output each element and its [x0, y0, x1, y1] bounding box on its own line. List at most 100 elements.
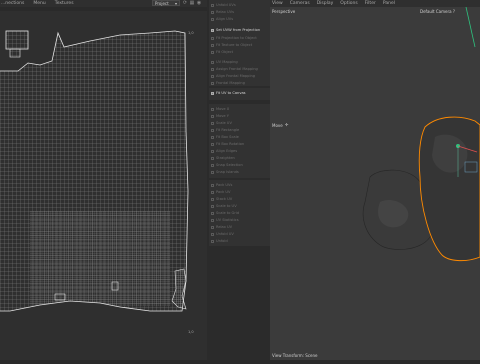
tool-item[interactable]: Move X: [211, 106, 229, 112]
tool-item[interactable]: Align Frontal Mapping: [211, 73, 255, 79]
tool-item[interactable]: Assign Frontal Mapping: [211, 66, 258, 72]
tool-item[interactable]: Unfold UVs: [211, 2, 236, 8]
tool-item[interactable]: UV Mapping: [211, 59, 238, 65]
tool-item[interactable]: Scale UV: [211, 120, 232, 126]
uv-project-dropdown[interactable]: Project ▾: [152, 0, 180, 6]
tool-icon: [211, 225, 214, 229]
tool-icon: [211, 107, 214, 111]
tool-icon: [211, 81, 214, 85]
tool-label: Move Y: [216, 114, 229, 118]
tool-icon: [211, 211, 214, 215]
tool-icon: [211, 74, 214, 78]
viewport-menu-cameras[interactable]: Cameras: [290, 1, 310, 6]
tool-icon: [211, 149, 214, 153]
tool-icon: [211, 60, 214, 64]
tool-icon: [211, 43, 214, 47]
tool-item[interactable]: Snap Selection: [211, 162, 243, 168]
viewport-menu-filter[interactable]: Filter: [365, 1, 376, 6]
tool-label: Align UVs: [216, 17, 234, 21]
uv-island-strip: [9, 48, 21, 58]
dropdown-value: Project: [155, 0, 169, 6]
tool-label: Unfold: [216, 239, 228, 243]
tool-item[interactable]: Stack UV: [211, 196, 232, 202]
tool-item[interactable]: UV Statistics: [211, 217, 239, 223]
tool-item[interactable]: Pack UVs: [211, 182, 232, 188]
uv-menu-connections[interactable]: ...nections: [1, 1, 24, 6]
tool-item[interactable]: Relax UVs: [211, 9, 234, 15]
tool-item[interactable]: Move Y: [211, 113, 229, 119]
tool-label: Frontal Mapping: [216, 81, 245, 85]
tool-item[interactable]: Pack UV: [211, 189, 231, 195]
tool-item[interactable]: Scale to UV: [211, 203, 237, 209]
tool-item[interactable]: Unfold: [211, 238, 228, 244]
tool-label: Fit Rectangle: [216, 128, 240, 132]
tool-label: Align Frontal Mapping: [216, 74, 256, 78]
tool-icon: [211, 128, 214, 132]
axis-line-green: [465, 7, 476, 48]
sync-icon[interactable]: ⟳: [182, 0, 188, 6]
tool-label: Pack UV: [216, 190, 231, 194]
viewport-menu-view[interactable]: View: [272, 1, 283, 6]
tool-icon: [211, 232, 214, 236]
tool-item[interactable]: Scale to Grid: [211, 210, 239, 216]
grid-icon[interactable]: ▦: [189, 0, 195, 6]
tool-icon: [211, 239, 214, 243]
viewport-menubar: View Cameras Display Options Filter Pane…: [270, 0, 480, 7]
tool-item[interactable]: Fit Object: [211, 49, 233, 55]
tool-item[interactable]: Unfold UV: [211, 231, 234, 237]
viewport-menu-panel[interactable]: Panel: [383, 1, 395, 6]
uv-menu-menu[interactable]: Menu: [33, 1, 45, 6]
tool-item-fit-uv-to-canvas[interactable]: Fit UV to Canvas: [211, 90, 246, 96]
tool-icon: [211, 114, 214, 118]
tool-item[interactable]: Snap Islands: [211, 169, 239, 175]
tool-label: Pack UVs: [216, 183, 233, 187]
tool-label: Unfold UVs: [216, 3, 236, 7]
uv-island-small-top: [5, 30, 29, 50]
tool-label: Unfold UV: [216, 232, 234, 236]
tool-icon: [211, 121, 214, 125]
tool-label: Move X: [216, 107, 230, 111]
uv-dense-region: [30, 211, 170, 306]
tool-label: Scale to UV: [216, 204, 237, 208]
viewport-menu-display[interactable]: Display: [317, 1, 334, 6]
tool-icon: [211, 135, 214, 139]
tool-label: Relax UVs: [216, 10, 234, 14]
tool-item[interactable]: Fit Box Scale: [211, 134, 239, 140]
tool-item[interactable]: Straighten: [211, 155, 235, 161]
viewport-status: View Transform: Scene: [272, 353, 318, 358]
tool-item[interactable]: Fit Texture to Object: [211, 42, 252, 48]
tool-label: Fit Projection to Object: [216, 36, 257, 40]
tool-item[interactable]: Frontal Mapping: [211, 80, 245, 86]
tool-label: UV Statistics: [216, 218, 239, 222]
tool-item[interactable]: Fit Projection to Object: [211, 35, 257, 41]
tool-icon: [211, 50, 214, 54]
uv-menu-textures[interactable]: Textures: [55, 1, 74, 6]
tool-label: Snap Islands: [216, 170, 239, 174]
uv-corner-label-top: 1,0: [188, 31, 194, 35]
tool-item-set-uvw-from-projection[interactable]: Set UVW from Projection: [211, 27, 260, 33]
tool-item[interactable]: Fit Rectangle: [211, 127, 239, 133]
tool-label: Scale UV: [216, 121, 232, 125]
tool-label: Fit Box Scale: [216, 135, 239, 139]
tool-icon: [211, 170, 214, 174]
tool-icon: [211, 204, 214, 208]
uv-mesh-svg: [0, 30, 189, 312]
tool-icon: [211, 163, 214, 167]
tool-label: Fit Object: [216, 50, 234, 54]
tool-label: Relax UV: [216, 225, 233, 229]
tool-label: Set UVW from Projection: [216, 28, 261, 32]
tool-icon: [211, 10, 214, 14]
tool-label: Snap Selection: [216, 163, 243, 167]
tool-item[interactable]: Align UVs: [211, 16, 233, 22]
tool-item[interactable]: Align Edges: [211, 148, 237, 154]
view-icon[interactable]: ◉: [196, 0, 202, 6]
chevron-down-icon: ▾: [174, 0, 177, 6]
tool-label: Assign Frontal Mapping: [216, 67, 258, 71]
tool-icon: [211, 67, 214, 71]
tool-label: Fit Texture to Object: [216, 43, 253, 47]
3d-viewport[interactable]: Perspective Default Camera ? Move ✢: [270, 7, 480, 360]
tool-item[interactable]: Relax UV: [211, 224, 232, 230]
uv-canvas[interactable]: 1,0 1,0: [0, 11, 207, 360]
viewport-menu-options[interactable]: Options: [340, 1, 357, 6]
tool-item[interactable]: Fit Box Rotation: [211, 141, 244, 147]
